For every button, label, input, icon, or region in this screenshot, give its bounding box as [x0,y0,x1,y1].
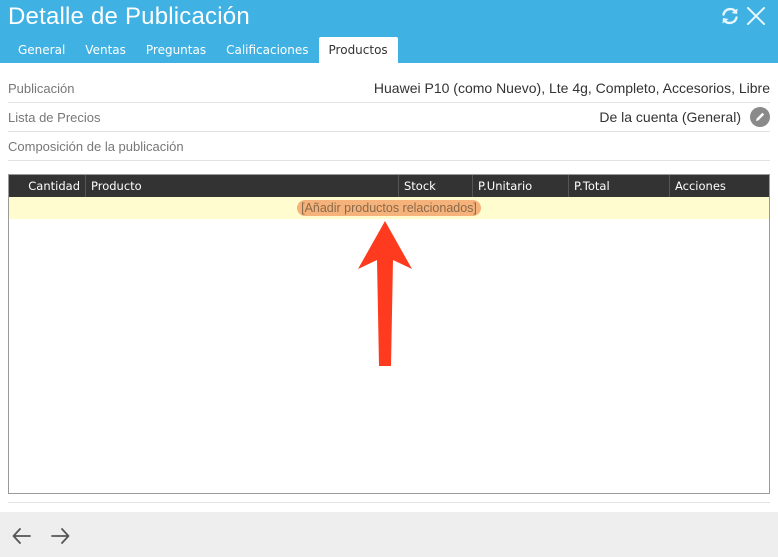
lista-precios-label: Lista de Precios [8,109,101,125]
column-acciones[interactable]: Acciones [670,175,769,197]
column-cantidad[interactable]: Cantidad [9,175,86,197]
lista-precios-row: Lista de Precios De la cuenta (General) [8,103,770,132]
column-producto[interactable]: Producto [86,175,399,197]
edit-pencil-icon[interactable] [750,107,770,127]
publicacion-row: Publicación Huawei P10 (como Nuevo), Lte… [8,74,770,103]
tab-calificaciones[interactable]: Calificaciones [216,37,318,63]
table-header: Cantidad Producto Stock P.Unitario P.Tot… [9,175,769,197]
composicion-row: Composición de la publicación [8,132,770,161]
lista-precios-value-group: De la cuenta (General) [599,107,770,127]
tab-productos[interactable]: Productos [318,37,398,63]
publicacion-value: Huawei P10 (como Nuevo), Lte 4g, Complet… [373,80,770,96]
tab-preguntas[interactable]: Preguntas [136,37,216,63]
footer-bar [0,512,778,557]
composicion-label: Composición de la publicación [8,138,184,154]
close-icon[interactable] [744,4,768,28]
tab-bar: General Ventas Preguntas Calificaciones … [8,37,398,63]
divider [8,502,770,503]
lista-precios-value: De la cuenta (General) [599,109,741,125]
column-p-unitario[interactable]: P.Unitario [473,175,569,197]
refresh-icon[interactable] [718,4,742,28]
annotation-arrow-icon [358,221,412,366]
add-products-row: [Añadir productos relacionados] [9,197,769,219]
arrow-right-icon[interactable] [48,524,72,548]
column-stock[interactable]: Stock [399,175,473,197]
add-related-products-link[interactable]: [Añadir productos relacionados] [297,200,481,216]
arrow-left-icon[interactable] [10,524,34,548]
tab-general[interactable]: General [8,37,75,63]
tab-ventas[interactable]: Ventas [75,37,136,63]
publicacion-label: Publicación [8,80,75,96]
window-title: Detalle de Publicación [8,3,250,30]
window-header: Detalle de Publicación General Ventas Pr… [0,0,778,63]
column-p-total[interactable]: P.Total [569,175,670,197]
